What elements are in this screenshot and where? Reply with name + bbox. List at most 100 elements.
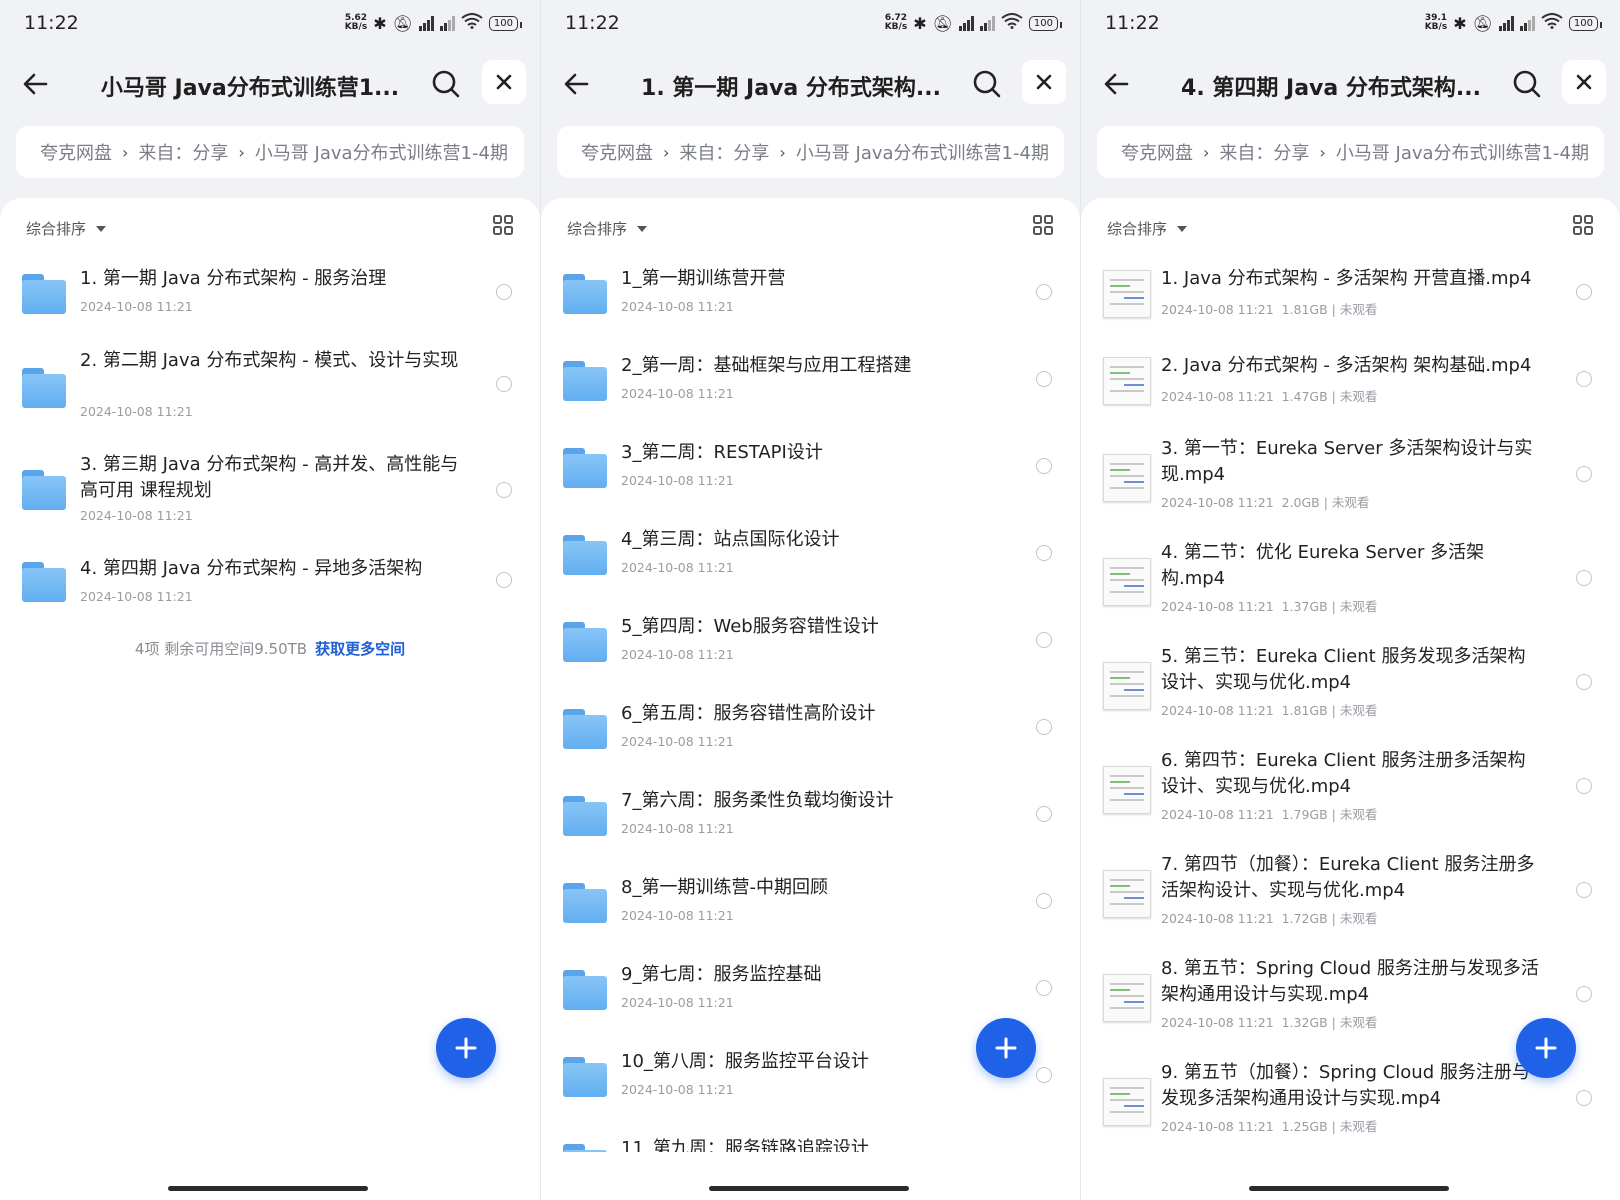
caret-down-icon <box>1177 225 1188 232</box>
list-item[interactable]: 6_第五周：服务容错性高阶设计 2024-10-08 11:21 <box>541 697 1080 784</box>
back-arrow-icon[interactable] <box>559 66 595 102</box>
item-date: 2024-10-08 11:21 <box>621 473 734 488</box>
item-name: 2. 第二期 Java 分布式架构 - 模式、设计与实现 <box>80 350 459 371</box>
close-icon <box>496 74 512 90</box>
add-button[interactable] <box>1516 1018 1576 1078</box>
item-name: 3_第二周：RESTAPI设计 <box>621 442 823 463</box>
list-item[interactable]: 2. Java 分布式架构 - 多活架构 架构基础.mp4 2024-10-08 … <box>1081 349 1620 436</box>
sort-dropdown[interactable]: 综合排序 <box>567 218 648 239</box>
sort-label: 综合排序 <box>1107 220 1168 238</box>
select-radio[interactable] <box>1576 284 1592 300</box>
select-radio[interactable] <box>1576 1090 1592 1106</box>
select-radio[interactable] <box>1576 986 1592 1002</box>
select-radio[interactable] <box>1036 893 1052 909</box>
item-date: 2024-10-08 11:21 <box>1161 495 1274 510</box>
select-radio[interactable] <box>1036 719 1052 735</box>
breadcrumb-item-source[interactable]: 来自：分享 <box>1219 139 1309 165</box>
list-item[interactable]: 7. 第四节（加餐）：Eureka Client 服务注册多活架构设计、实现与优… <box>1081 852 1620 956</box>
home-indicator <box>1249 1186 1449 1191</box>
select-radio[interactable] <box>1576 778 1592 794</box>
list-item[interactable]: 3. 第三期 Java 分布式架构 - 高并发、高性能与高可用 课程规划 202… <box>0 452 540 556</box>
select-radio[interactable] <box>496 284 512 300</box>
select-radio[interactable] <box>1576 570 1592 586</box>
status-time: 11:22 <box>24 12 79 34</box>
select-radio[interactable] <box>1576 882 1592 898</box>
battery-icon: 100 <box>1568 15 1603 31</box>
select-radio[interactable] <box>1576 371 1592 387</box>
select-radio[interactable] <box>1576 674 1592 690</box>
breadcrumb-item-source[interactable]: 来自：分享 <box>138 139 228 165</box>
select-radio[interactable] <box>1036 806 1052 822</box>
list-item[interactable]: 8_第一期训练营-中期回顾 2024-10-08 11:21 <box>541 871 1080 958</box>
item-name: 10_第八周：服务监控平台设计 <box>621 1051 869 1072</box>
select-radio[interactable] <box>496 376 512 392</box>
select-radio[interactable] <box>496 572 512 588</box>
add-button[interactable] <box>436 1018 496 1078</box>
grid-view-icon[interactable] <box>492 214 514 236</box>
list-item[interactable]: 5. 第三节：Eureka Client 服务发现多活架构设计、实现与优化.mp… <box>1081 644 1620 748</box>
breadcrumb-item-root[interactable]: 夸克网盘 <box>581 139 653 165</box>
item-name: 1_第一期训练营开营 <box>621 268 786 289</box>
select-radio[interactable] <box>1036 1067 1052 1083</box>
list-item[interactable]: 4. 第四期 Java 分布式架构 - 异地多活架构 2024-10-08 11… <box>0 556 540 642</box>
select-radio[interactable] <box>1036 284 1052 300</box>
search-icon[interactable] <box>428 66 464 102</box>
list-item[interactable]: 4_第三周：站点国际化设计 2024-10-08 11:21 <box>541 523 1080 610</box>
sort-label: 综合排序 <box>567 220 628 238</box>
list-item[interactable]: 11_第九周：服务链路追踪设计2024-10-08 11:21 <box>541 1132 1080 1152</box>
select-radio[interactable] <box>1036 458 1052 474</box>
breadcrumb-item-folder[interactable]: 小马哥 Java分布式训练营1-4期 <box>255 139 508 165</box>
search-icon[interactable] <box>1509 66 1545 102</box>
grid-view-icon[interactable] <box>1032 214 1054 236</box>
home-indicator <box>168 1186 368 1191</box>
breadcrumb: 夸克网盘 › 来自：分享 › 小马哥 Java分布式训练营1-4期 <box>1097 126 1604 178</box>
video-thumbnail <box>1103 454 1151 502</box>
list-item[interactable]: 5_第四周：Web服务容错性设计 2024-10-08 11:21 <box>541 610 1080 697</box>
back-arrow-icon[interactable] <box>1099 66 1135 102</box>
list-item[interactable]: 4. 第二节：优化 Eureka Server 多活架构.mp4 2024-10-… <box>1081 540 1620 644</box>
list-item[interactable]: 7_第六周：服务柔性负载均衡设计 2024-10-08 11:21 <box>541 784 1080 871</box>
video-thumbnail <box>1103 974 1151 1022</box>
breadcrumb-item-root[interactable]: 夸克网盘 <box>1121 139 1193 165</box>
grid-view-icon[interactable] <box>1572 214 1594 236</box>
sort-label: 综合排序 <box>26 220 87 238</box>
get-more-space-link[interactable]: 获取更多空间 <box>315 640 405 658</box>
folder-icon <box>22 368 66 408</box>
select-radio[interactable] <box>1036 545 1052 561</box>
chevron-right-icon: › <box>779 142 786 162</box>
list-item[interactable]: 2_第一周：基础框架与应用工程搭建 2024-10-08 11:21 <box>541 349 1080 436</box>
list-item[interactable]: 2. 第二期 Java 分布式架构 - 模式、设计与实现 2024-10-08 … <box>0 348 540 452</box>
close-button[interactable] <box>1562 60 1606 104</box>
item-name: 1. Java 分布式架构 - 多活架构 开营直播.mp4 <box>1161 268 1532 289</box>
status-icons: 5.62 KB/s ✱ 🔕︎ 100 <box>345 12 523 34</box>
select-radio[interactable] <box>1036 980 1052 996</box>
breadcrumb-item-root[interactable]: 夸克网盘 <box>40 139 112 165</box>
breadcrumb-item-source[interactable]: 来自：分享 <box>679 139 769 165</box>
sort-dropdown[interactable]: 综合排序 <box>1107 218 1188 239</box>
add-button[interactable] <box>976 1018 1036 1078</box>
item-date: 2024-10-08 11:21 <box>1161 302 1274 317</box>
list-item[interactable]: 1. Java 分布式架构 - 多活架构 开营直播.mp4 2024-10-08 … <box>1081 262 1620 349</box>
list-item[interactable]: 6. 第四节：Eureka Client 服务注册多活架构设计、实现与优化.mp… <box>1081 748 1620 852</box>
page-title: 4. 第四期 Java 分布式架构... <box>1181 76 1481 101</box>
close-button[interactable] <box>1022 60 1066 104</box>
item-meta: 2024-10-08 11:21 1.79GB | 未观看 <box>1161 807 1378 822</box>
select-radio[interactable] <box>1036 632 1052 648</box>
back-arrow-icon[interactable] <box>18 66 54 102</box>
list-item[interactable]: 1. 第一期 Java 分布式架构 - 服务治理 2024-10-08 11:2… <box>0 262 540 348</box>
breadcrumb-item-folder[interactable]: 小马哥 Java分布式训练营1-4期 <box>1336 139 1589 165</box>
list-item[interactable]: 3. 第一节：Eureka Server 多活架构设计与实现.mp4 2024-1… <box>1081 436 1620 540</box>
sort-dropdown[interactable]: 综合排序 <box>26 218 107 239</box>
folder-icon <box>563 796 607 836</box>
select-radio[interactable] <box>496 482 512 498</box>
list-item[interactable]: 3_第二周：RESTAPI设计 2024-10-08 11:21 <box>541 436 1080 523</box>
select-radio[interactable] <box>1036 371 1052 387</box>
select-radio[interactable] <box>1576 466 1592 482</box>
item-name: 4_第三周：站点国际化设计 <box>621 529 840 550</box>
list-item[interactable]: 1_第一期训练营开营 2024-10-08 11:21 <box>541 262 1080 349</box>
item-date: 2024-10-08 11:21 <box>621 560 734 575</box>
breadcrumb-item-folder[interactable]: 小马哥 Java分布式训练营1-4期 <box>796 139 1049 165</box>
close-button[interactable] <box>482 60 526 104</box>
search-icon[interactable] <box>969 66 1005 102</box>
item-meta: 2024-10-08 11:21 1.72GB | 未观看 <box>1161 911 1378 926</box>
